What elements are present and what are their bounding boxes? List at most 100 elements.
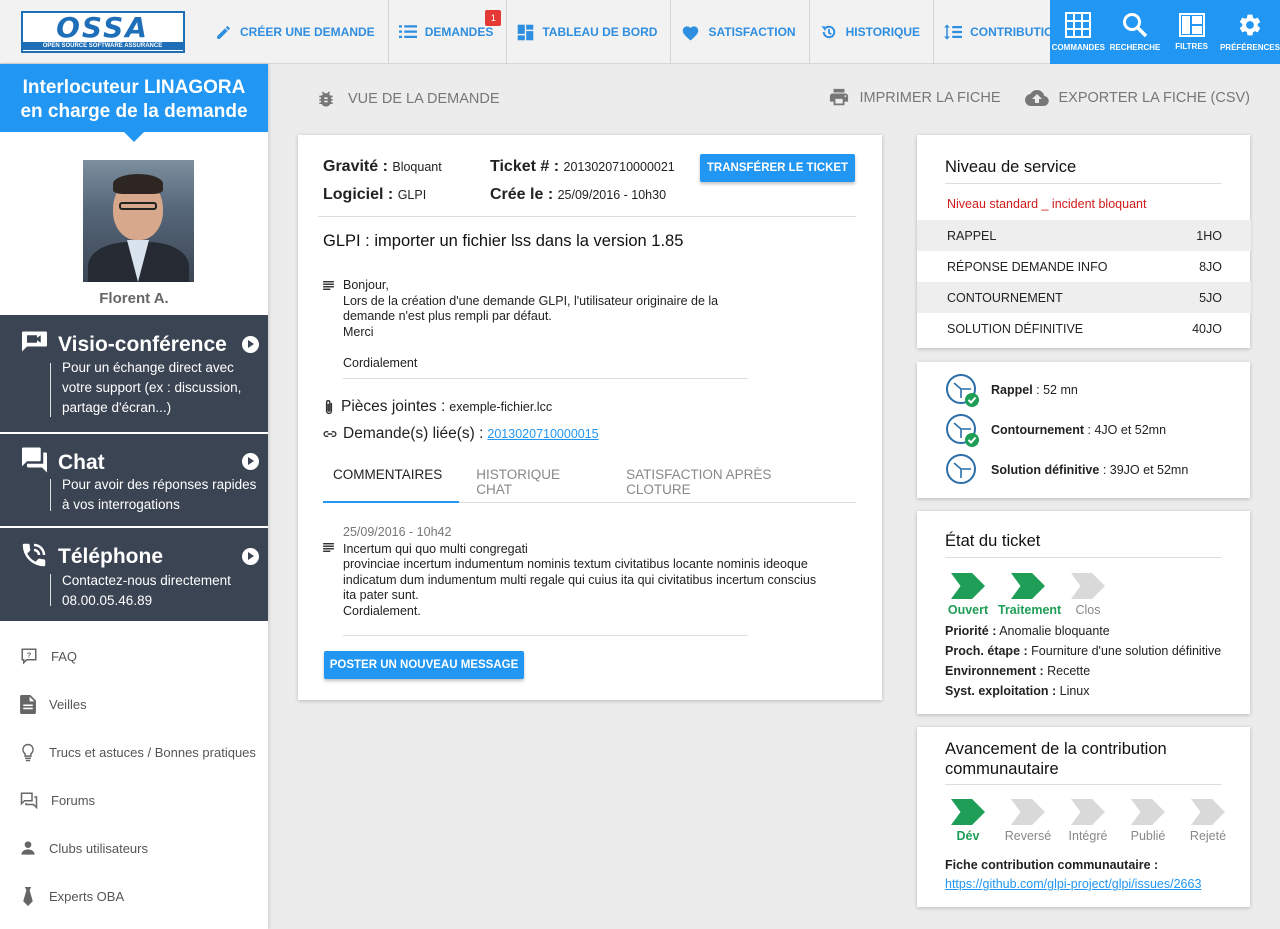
contribution-title-line1: Avancement de la contribution	[945, 740, 1167, 758]
link-label: Forums	[51, 792, 96, 808]
contribution-steps: Dév Reversé Intégré Publié Rejeté	[938, 799, 1238, 843]
contact-header: Interlocuteur LINAGORA en charge de la d…	[0, 64, 268, 142]
export-csv-button[interactable]: Exporter la fiche (CSV)	[1024, 89, 1251, 107]
search-label: Recherche	[1109, 43, 1161, 52]
contribution-step: Rejeté	[1178, 799, 1238, 843]
state-step: Ouvert	[938, 573, 998, 617]
tab-chat-history[interactable]: Historique chat	[466, 458, 609, 503]
channel-title: Téléphone	[58, 545, 164, 568]
step-label: Clos	[1075, 603, 1101, 617]
nav-dashboard[interactable]: Tableau de bord	[507, 0, 672, 64]
state-step: Traitement	[998, 573, 1061, 617]
comment-line: Incertum qui quo multi congregati	[343, 541, 528, 556]
chevron-icon	[1071, 573, 1105, 599]
channel-chat[interactable]: Chat Pour avoir des réponses rapides à v…	[0, 434, 268, 526]
service-row-label: Solution définitive	[947, 321, 1084, 336]
filters-button[interactable]: Filtres	[1163, 0, 1220, 64]
ticket-number-value: 2013020710000021	[563, 160, 675, 174]
link-tips[interactable]: Trucs et astuces / Bonnes pratiques	[0, 728, 268, 776]
lightbulb-icon	[22, 743, 34, 761]
play-arrow-icon[interactable]	[242, 548, 259, 565]
timer-label: Solution définitive	[991, 463, 1100, 477]
ossa-logo[interactable]: OSSA OPEN SOURCE SOFTWARE ASSURANCE	[0, 0, 205, 64]
service-level-name: Niveau standard _ incident bloquant	[947, 197, 1147, 211]
next-step-value: Fourniture d'une solution définitive	[1031, 644, 1222, 658]
search-button[interactable]: Recherche	[1107, 0, 1164, 64]
contribution-fiche-link[interactable]: https://github.com/glpi-project/glpi/iss…	[945, 877, 1201, 891]
channel-video-conference[interactable]: Visio-conférence Pour un échange direct …	[0, 315, 268, 432]
pencil-icon	[217, 25, 230, 39]
nav-create-request[interactable]: Créer une demande	[205, 0, 389, 64]
orders-label: Commandes	[1051, 43, 1105, 52]
preferences-button[interactable]: Préférences	[1220, 0, 1280, 64]
service-row-value: 40JO	[1192, 321, 1222, 336]
link-icon	[323, 430, 337, 438]
nav-label: Satisfaction	[708, 25, 796, 39]
tab-satisfaction[interactable]: Satisfaction après cloture	[616, 458, 849, 503]
logo-text: OSSA	[56, 11, 149, 44]
link-clubs[interactable]: Clubs utilisateurs	[0, 824, 268, 872]
step-label: Ouvert	[947, 603, 989, 617]
nav-label: Tableau de bord	[542, 25, 658, 39]
step-label: Intégré	[1068, 829, 1108, 843]
play-arrow-icon[interactable]	[242, 453, 259, 470]
faq-icon: ?	[21, 648, 37, 665]
channel-divider	[50, 363, 51, 417]
phone-number[interactable]: 08.00.05.46.89	[62, 591, 262, 611]
link-veilles[interactable]: Veilles	[0, 680, 268, 728]
nav-requests[interactable]: Demandes 1	[389, 0, 508, 64]
transfer-ticket-button[interactable]: Transférer le ticket	[700, 154, 855, 182]
timer-icon	[945, 453, 979, 487]
created-field: Crée le : 25/09/2016 - 10h30	[490, 186, 666, 204]
software-field: Logiciel : GLPI	[323, 186, 426, 204]
nav-history[interactable]: Historique	[810, 0, 935, 64]
comment-line: ita pater sunt.	[343, 588, 419, 603]
os-value: Linux	[1059, 684, 1090, 698]
orders-button[interactable]: Commandes	[1050, 0, 1107, 64]
contribution-fiche-label: Fiche contribution communautaire :	[945, 855, 1158, 875]
link-forums[interactable]: Forums	[0, 776, 268, 824]
timer-value: 39JO et 52mn	[1109, 463, 1189, 477]
link-experts[interactable]: Experts OBA	[0, 872, 268, 920]
channel-divider	[50, 574, 51, 606]
nav-satisfaction[interactable]: Satisfaction	[671, 0, 810, 64]
main-nav: Créer une demande Demandes 1 Tableau de …	[205, 0, 1085, 64]
service-row: Rappel 1HO	[917, 220, 1251, 251]
channel-phone[interactable]: Téléphone Contactez-nous directement 08.…	[0, 528, 268, 621]
ticket-subject: GLPI : importer un fichier lss dans la v…	[323, 232, 684, 250]
ticket-state-steps: Ouvert Traitement Clos	[938, 573, 1118, 617]
service-row-label: Contournement	[947, 290, 1063, 305]
environment-label: Environnement :	[945, 664, 1044, 678]
attachments-label: Pièces jointes :	[341, 398, 446, 415]
filters-icon	[1178, 13, 1205, 37]
phone-description: Contactez-nous directement	[62, 573, 231, 588]
chat-icon	[22, 447, 47, 473]
ticket-number-label: Ticket #	[490, 158, 550, 175]
timer-row: Contournement : 4JO et 52mn	[945, 413, 1166, 447]
link-label: Clubs utilisateurs	[49, 840, 148, 856]
export-label: Exporter la fiche (CSV)	[1058, 90, 1251, 106]
play-arrow-icon[interactable]	[242, 336, 259, 353]
post-message-button[interactable]: Poster un nouveau message	[324, 651, 524, 679]
service-row-value: 5JO	[1199, 290, 1222, 305]
link-faq[interactable]: ? FAQ	[0, 632, 268, 680]
related-request-link[interactable]: 2013020710000015	[487, 427, 598, 441]
dashboard-icon	[518, 24, 534, 40]
chevron-icon	[1191, 799, 1225, 825]
software-value: GLPI	[397, 188, 427, 202]
body-line	[343, 340, 743, 356]
document-icon	[20, 694, 36, 714]
tab-comments[interactable]: Commentaires	[323, 458, 460, 503]
step-label: Publié	[1130, 829, 1166, 843]
service-row: Solution définitive 40JO	[917, 313, 1251, 344]
attachment-file[interactable]: exemple-fichier.lcc	[449, 400, 552, 414]
printer-icon	[829, 88, 848, 106]
timer-row: Rappel : 52 mn	[945, 373, 1078, 407]
photo-glasses	[119, 202, 157, 210]
print-button[interactable]: Imprimer la fiche	[828, 88, 1001, 108]
gravity-value: Bloquant	[392, 160, 442, 174]
link-label: FAQ	[51, 648, 78, 664]
fiche-label: Fiche contribution communautaire :	[945, 858, 1159, 872]
ticket-tabs: Commentaires Historique chat Satisfactio…	[323, 458, 856, 503]
ticket-number-field: Ticket # : 2013020710000021	[490, 158, 675, 175]
